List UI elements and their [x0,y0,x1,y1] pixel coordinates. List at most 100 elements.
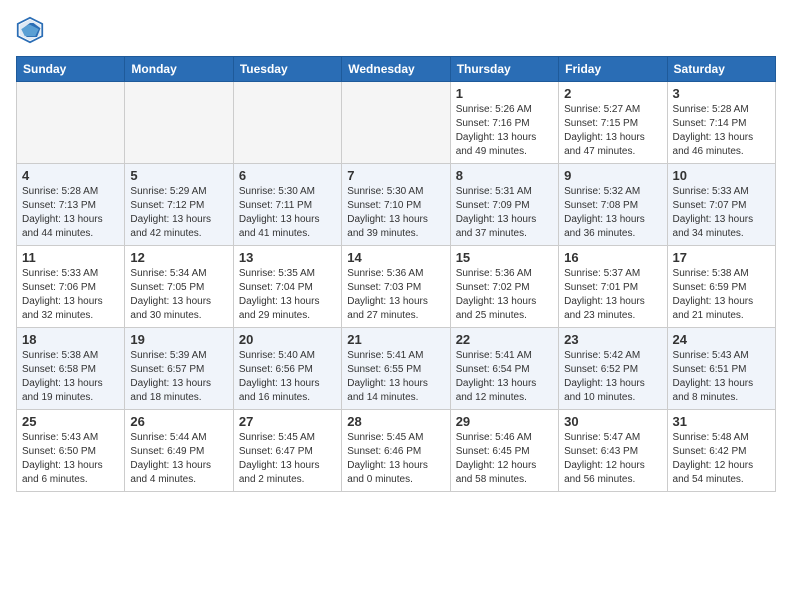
day-number: 5 [130,168,227,183]
calendar-cell: 26Sunrise: 5:44 AM Sunset: 6:49 PM Dayli… [125,410,233,492]
calendar-week: 4 Sunrise: 5:28 AM Sunset: 7:13 PM Daylig… [17,164,776,246]
day-number: 30 [564,414,661,429]
day-info: Sunrise: 5:42 AM Sunset: 6:52 PM Dayligh… [564,349,661,405]
calendar-cell: 3Sunrise: 5:28 AM Sunset: 7:14 PM Daylig… [667,82,775,164]
day-info: Sunrise: 5:27 AM Sunset: 7:15 PM Dayligh… [564,103,661,159]
day-info: Sunrise: 5:28 AM Sunset: 7:13 PM Dayligh… [22,185,119,241]
calendar-header: SundayMondayTuesdayWednesdayThursdayFrid… [17,57,776,82]
day-info: Sunrise: 5:37 AM Sunset: 7:01 PM Dayligh… [564,267,661,323]
calendar-cell: 24 Sunrise: 5:43 AM Sunset: 6:51 PM Dayli… [667,328,775,410]
day-info: Sunrise: 5:40 AM Sunset: 6:56 PM Dayligh… [239,349,336,405]
day-info: Sunrise: 5:28 AM Sunset: 7:14 PM Dayligh… [673,103,770,159]
weekday-header: Saturday [667,57,775,82]
weekday-header: Wednesday [342,57,450,82]
calendar-cell: 14Sunrise: 5:36 AM Sunset: 7:03 PM Dayli… [342,246,450,328]
calendar-cell [17,82,125,164]
calendar-cell: 23 Sunrise: 5:42 AM Sunset: 6:52 PM Dayli… [559,328,667,410]
calendar-cell: 21 Sunrise: 5:41 AM Sunset: 6:55 PM Dayli… [342,328,450,410]
calendar-cell: 19 Sunrise: 5:39 AM Sunset: 6:57 PM Dayli… [125,328,233,410]
calendar-cell: 15 Sunrise: 5:36 AM Sunset: 7:02 PM Dayli… [450,246,558,328]
calendar-cell [125,82,233,164]
day-number: 28 [347,414,444,429]
calendar-week: 1 Sunrise: 5:26 AM Sunset: 7:16 PM Daylig… [17,82,776,164]
day-info: Sunrise: 5:43 AM Sunset: 6:51 PM Dayligh… [673,349,770,405]
calendar-cell: 10 Sunrise: 5:33 AM Sunset: 7:07 PM Dayli… [667,164,775,246]
day-number: 4 [22,168,119,183]
calendar-cell: 31 Sunrise: 5:48 AM Sunset: 6:42 PM Dayli… [667,410,775,492]
day-number: 26 [130,414,227,429]
calendar-week: 11 Sunrise: 5:33 AM Sunset: 7:06 PM Dayli… [17,246,776,328]
day-number: 25 [22,414,119,429]
day-info: Sunrise: 5:33 AM Sunset: 7:07 PM Dayligh… [673,185,770,241]
calendar-cell: 6Sunrise: 5:30 AM Sunset: 7:11 PM Daylig… [233,164,341,246]
day-info: Sunrise: 5:26 AM Sunset: 7:16 PM Dayligh… [456,103,553,159]
page-header [16,16,776,44]
day-info: Sunrise: 5:30 AM Sunset: 7:10 PM Dayligh… [347,185,444,241]
day-number: 11 [22,250,119,265]
calendar-cell: 11 Sunrise: 5:33 AM Sunset: 7:06 PM Dayli… [17,246,125,328]
calendar-body: 1 Sunrise: 5:26 AM Sunset: 7:16 PM Daylig… [17,82,776,492]
day-number: 18 [22,332,119,347]
logo [16,16,48,44]
calendar-week: 18 Sunrise: 5:38 AM Sunset: 6:58 PM Dayli… [17,328,776,410]
calendar-cell: 18 Sunrise: 5:38 AM Sunset: 6:58 PM Dayli… [17,328,125,410]
calendar-cell: 1 Sunrise: 5:26 AM Sunset: 7:16 PM Daylig… [450,82,558,164]
day-number: 12 [130,250,227,265]
day-info: Sunrise: 5:41 AM Sunset: 6:54 PM Dayligh… [456,349,553,405]
day-info: Sunrise: 5:36 AM Sunset: 7:03 PM Dayligh… [347,267,444,323]
day-number: 7 [347,168,444,183]
day-number: 8 [456,168,553,183]
day-info: Sunrise: 5:29 AM Sunset: 7:12 PM Dayligh… [130,185,227,241]
calendar-table: SundayMondayTuesdayWednesdayThursdayFrid… [16,56,776,492]
day-info: Sunrise: 5:46 AM Sunset: 6:45 PM Dayligh… [456,431,553,487]
calendar-cell: 28Sunrise: 5:45 AM Sunset: 6:46 PM Dayli… [342,410,450,492]
day-number: 21 [347,332,444,347]
calendar-cell: 12 Sunrise: 5:34 AM Sunset: 7:05 PM Dayli… [125,246,233,328]
day-info: Sunrise: 5:38 AM Sunset: 6:58 PM Dayligh… [22,349,119,405]
calendar-cell: 29Sunrise: 5:46 AM Sunset: 6:45 PM Dayli… [450,410,558,492]
calendar-cell: 7 Sunrise: 5:30 AM Sunset: 7:10 PM Daylig… [342,164,450,246]
calendar-cell: 22 Sunrise: 5:41 AM Sunset: 6:54 PM Dayli… [450,328,558,410]
day-info: Sunrise: 5:33 AM Sunset: 7:06 PM Dayligh… [22,267,119,323]
day-info: Sunrise: 5:32 AM Sunset: 7:08 PM Dayligh… [564,185,661,241]
day-number: 27 [239,414,336,429]
day-info: Sunrise: 5:35 AM Sunset: 7:04 PM Dayligh… [239,267,336,323]
day-number: 1 [456,86,553,101]
weekday-header: Friday [559,57,667,82]
calendar-cell: 27 Sunrise: 5:45 AM Sunset: 6:47 PM Dayli… [233,410,341,492]
day-number: 31 [673,414,770,429]
day-info: Sunrise: 5:39 AM Sunset: 6:57 PM Dayligh… [130,349,227,405]
day-info: Sunrise: 5:31 AM Sunset: 7:09 PM Dayligh… [456,185,553,241]
day-number: 22 [456,332,553,347]
calendar-cell: 8 Sunrise: 5:31 AM Sunset: 7:09 PM Daylig… [450,164,558,246]
day-number: 17 [673,250,770,265]
calendar-cell [233,82,341,164]
day-info: Sunrise: 5:48 AM Sunset: 6:42 PM Dayligh… [673,431,770,487]
weekday-header: Tuesday [233,57,341,82]
weekday-header: Monday [125,57,233,82]
day-number: 23 [564,332,661,347]
day-info: Sunrise: 5:38 AM Sunset: 6:59 PM Dayligh… [673,267,770,323]
day-info: Sunrise: 5:41 AM Sunset: 6:55 PM Dayligh… [347,349,444,405]
calendar-cell: 30 Sunrise: 5:47 AM Sunset: 6:43 PM Dayli… [559,410,667,492]
day-number: 20 [239,332,336,347]
day-number: 15 [456,250,553,265]
day-number: 19 [130,332,227,347]
day-info: Sunrise: 5:47 AM Sunset: 6:43 PM Dayligh… [564,431,661,487]
calendar-cell: 5 Sunrise: 5:29 AM Sunset: 7:12 PM Daylig… [125,164,233,246]
calendar-week: 25Sunrise: 5:43 AM Sunset: 6:50 PM Dayli… [17,410,776,492]
calendar-cell: 17 Sunrise: 5:38 AM Sunset: 6:59 PM Dayli… [667,246,775,328]
calendar-cell: 20 Sunrise: 5:40 AM Sunset: 6:56 PM Dayli… [233,328,341,410]
day-number: 6 [239,168,336,183]
day-info: Sunrise: 5:34 AM Sunset: 7:05 PM Dayligh… [130,267,227,323]
calendar-cell: 13Sunrise: 5:35 AM Sunset: 7:04 PM Dayli… [233,246,341,328]
day-number: 24 [673,332,770,347]
day-info: Sunrise: 5:36 AM Sunset: 7:02 PM Dayligh… [456,267,553,323]
calendar-cell [342,82,450,164]
weekday-header: Sunday [17,57,125,82]
calendar-cell: 16Sunrise: 5:37 AM Sunset: 7:01 PM Dayli… [559,246,667,328]
weekday-row: SundayMondayTuesdayWednesdayThursdayFrid… [17,57,776,82]
day-info: Sunrise: 5:45 AM Sunset: 6:47 PM Dayligh… [239,431,336,487]
day-number: 10 [673,168,770,183]
calendar-cell: 2Sunrise: 5:27 AM Sunset: 7:15 PM Daylig… [559,82,667,164]
